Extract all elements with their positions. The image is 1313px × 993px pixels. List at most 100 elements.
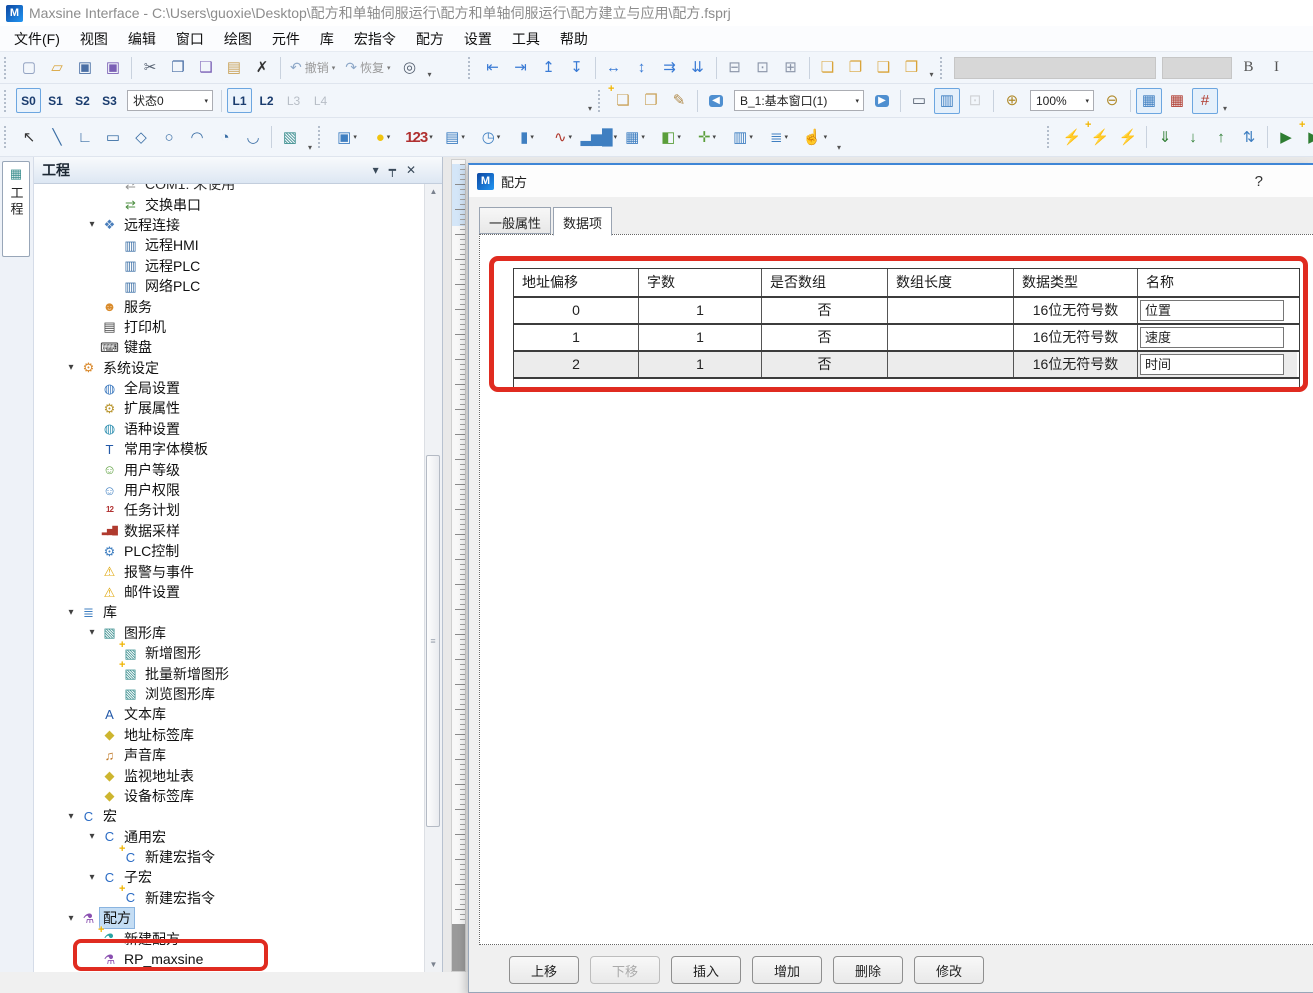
save-button[interactable]: ▣	[72, 55, 98, 81]
cell-data-type[interactable]: 16位无符号数	[1014, 298, 1138, 323]
cell-array-length[interactable]	[888, 298, 1014, 323]
toolbar-grip[interactable]	[1047, 126, 1054, 148]
dialog-help-button[interactable]: ?	[1255, 173, 1263, 190]
prev-window-button[interactable]: ◀	[703, 88, 729, 114]
table-component-button[interactable]: ▦▾	[618, 123, 652, 151]
tree-item[interactable]: ▥ 网络PLC	[34, 276, 424, 296]
toolbar-overflow-button[interactable]: ▾	[1219, 104, 1231, 117]
window-select[interactable]: B_1:基本窗口(1)▾	[734, 90, 864, 111]
open-file-button[interactable]: ▱	[44, 55, 70, 81]
language2-button[interactable]: L2	[254, 88, 279, 113]
tree-item[interactable]: ⚠ 报警与事件	[34, 561, 424, 581]
tree-item[interactable]: ▾ ≣ 库	[34, 602, 424, 622]
recompile-button[interactable]: ⚡+	[1087, 124, 1113, 150]
distribute-h-button[interactable]: ⇉	[657, 55, 683, 81]
tree-item[interactable]: ⚙ PLC控制	[34, 541, 424, 561]
tree-item[interactable]: ▾ C 通用宏	[34, 827, 424, 847]
toolbar-grip[interactable]	[318, 126, 325, 148]
send-backward-button[interactable]: ❒	[899, 55, 925, 81]
tree-item[interactable]: ⇄ COM1: 未使用	[34, 184, 424, 194]
panel-collapse-icon[interactable]: ▾	[373, 163, 379, 177]
modify-button[interactable]: 修改	[914, 956, 984, 984]
send-to-back-button[interactable]: ❐	[843, 55, 869, 81]
same-width-button[interactable]: ⊟	[722, 55, 748, 81]
toolbar-grip[interactable]	[940, 57, 947, 79]
tree-item[interactable]: ▤ 打印机	[34, 317, 424, 337]
toolbar-overflow-button[interactable]: ▾	[424, 70, 436, 83]
download-button[interactable]: ⇓	[1152, 124, 1178, 150]
toolbar-overflow-button[interactable]: ▾	[833, 143, 845, 156]
bold-button[interactable]: B	[1236, 55, 1262, 81]
polyline-tool-button[interactable]: ∟	[72, 124, 98, 150]
arch-tool-button[interactable]: ◡	[240, 124, 266, 150]
move-up-button[interactable]: 上移	[509, 956, 579, 984]
grid-toggle-button[interactable]: ▦	[1136, 88, 1162, 114]
list-component-button[interactable]: ≣▾	[762, 123, 796, 151]
histogram-component-button[interactable]: ▂▅█▾	[582, 123, 616, 151]
panel-close-icon[interactable]: ✕	[406, 163, 416, 177]
align-right-button[interactable]: ⇥	[508, 55, 534, 81]
redo-button[interactable]: ↷恢复▾	[341, 56, 394, 80]
rectangle-tool-button[interactable]: ▭	[100, 124, 126, 150]
tree-item[interactable]: ⚙ 扩展属性	[34, 398, 424, 418]
cell-address-offset[interactable]: 2	[514, 352, 639, 377]
cell-array-length[interactable]	[888, 325, 1014, 350]
language3-button[interactable]: L3	[281, 88, 306, 113]
zoom-out-button[interactable]: ⊖	[1099, 88, 1125, 114]
state3-button[interactable]: S3	[97, 88, 122, 113]
cell-data-type[interactable]: 16位无符号数	[1014, 352, 1138, 377]
duplicate-button[interactable]: ❑	[193, 55, 219, 81]
download-partial-button[interactable]: ↓	[1180, 124, 1206, 150]
table-row[interactable]: 2 1 否 16位无符号数 时间	[514, 350, 1299, 377]
align-top-button[interactable]: ↥	[536, 55, 562, 81]
tree-item[interactable]: ⚠ 邮件设置	[34, 582, 424, 602]
cell-address-offset[interactable]: 1	[514, 325, 639, 350]
cell-word-count[interactable]: 1	[639, 298, 762, 323]
snap-grid-button[interactable]: ▦	[1164, 88, 1190, 114]
expand-arrow-icon[interactable]: ▾	[62, 913, 80, 924]
upload-button[interactable]: ↑	[1208, 124, 1234, 150]
bring-forward-button[interactable]: ❑	[871, 55, 897, 81]
select-tool-button[interactable]: ↖	[16, 124, 42, 150]
tree-item[interactable]: ◍ 语种设置	[34, 419, 424, 439]
zoom-level-select[interactable]: 100%▾	[1030, 90, 1094, 111]
language1-button[interactable]: L1	[227, 88, 252, 113]
expand-arrow-icon[interactable]: ▾	[83, 219, 101, 230]
new-file-button[interactable]: ▢	[16, 55, 42, 81]
toolbar-grip[interactable]	[4, 57, 11, 79]
menu-item[interactable]: 设置	[454, 26, 502, 52]
dialog-tab[interactable]: 数据项	[553, 207, 612, 236]
state0-button[interactable]: S0	[16, 88, 41, 113]
tree-item[interactable]: ⇄ 交换串口	[34, 194, 424, 214]
paste-button[interactable]: ▤	[221, 55, 247, 81]
tree-item[interactable]: ▾ ▧ 图形库	[34, 623, 424, 643]
sector-tool-button[interactable]: ◔	[212, 124, 238, 150]
tree-item[interactable]: ▾ C 子宏	[34, 867, 424, 887]
tree-item[interactable]: ☺ 用户等级	[34, 459, 424, 479]
tree-item[interactable]: ▾ ❖ 远程连接	[34, 215, 424, 235]
table-row[interactable]: 1 1 否 16位无符号数 速度	[514, 323, 1299, 350]
window-properties-button[interactable]: ✎	[666, 88, 692, 114]
expand-arrow-icon[interactable]: ▾	[62, 811, 80, 822]
project-panel-side-tab[interactable]: ▦ 工程	[2, 161, 30, 257]
tree-item[interactable]: ◍ 全局设置	[34, 378, 424, 398]
undo-button[interactable]: ↶撤销▾	[286, 56, 339, 80]
distribute-v-button[interactable]: ⇊	[685, 55, 711, 81]
expand-arrow-icon[interactable]: ▾	[83, 872, 101, 883]
bit-switch-component-button[interactable]: ▣▾	[330, 123, 364, 151]
menu-item[interactable]: 帮助	[550, 26, 598, 52]
cell-data-type[interactable]: 16位无符号数	[1014, 325, 1138, 350]
cell-array-length[interactable]	[888, 352, 1014, 377]
add-window-button[interactable]: ❏+	[610, 88, 636, 114]
name-input[interactable]: 位置	[1140, 300, 1284, 321]
panel-pin-icon[interactable]: ┯	[389, 163, 396, 177]
scrollbar-thumb[interactable]: ≡	[426, 455, 440, 827]
copy-button[interactable]: ❐	[165, 55, 191, 81]
tree-item[interactable]: ▧ 浏览图形库	[34, 684, 424, 704]
pack-project-button[interactable]: ⇅	[1236, 124, 1262, 150]
zoom-in-button[interactable]: ⊕	[999, 88, 1025, 114]
menu-item[interactable]: 视图	[70, 26, 118, 52]
tree-item[interactable]: ▧+ 新增图形	[34, 643, 424, 663]
expand-arrow-icon[interactable]: ▾	[62, 607, 80, 618]
delete-row-button[interactable]: 删除	[833, 956, 903, 984]
